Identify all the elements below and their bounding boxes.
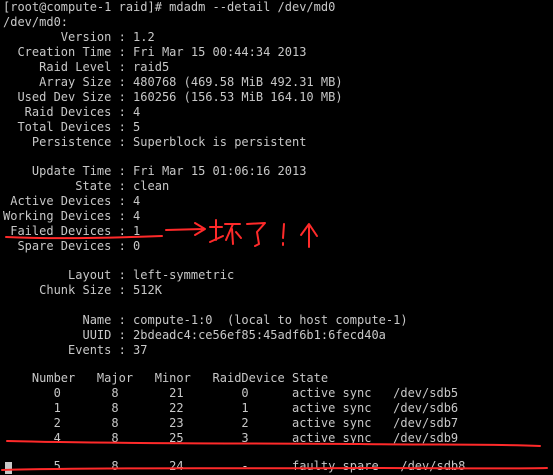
terminal-cursor: [5, 462, 12, 474]
terminal-line-layout: Layout : left-symmetric: [3, 268, 235, 282]
handwritten-exclamation: [282, 223, 285, 246]
terminal-line-uuid: UUID : 2bdeadc4:ce56ef85:45adf6b1:6fecd4…: [3, 328, 386, 342]
terminal-line-array-size: Array Size : 480768 (469.58 MiB 492.31 M…: [3, 75, 343, 89]
terminal-line-raid-devices: Raid Devices : 4: [3, 105, 141, 119]
terminal-line-raid-level: Raid Level : raid5: [3, 60, 170, 74]
terminal-line-device: /dev/md0:: [3, 15, 69, 29]
terminal-line-device-row: 0 8 21 0 active sync /dev/sdb5: [3, 386, 459, 400]
terminal-line-device-row: 1 8 22 1 active sync /dev/sdb6: [3, 401, 459, 415]
terminal-line-state: State : clean: [3, 179, 170, 193]
terminal-line-name: Name : compute-1:0 (local to host comput…: [3, 313, 408, 327]
annotation-up-arrow: [300, 223, 318, 248]
handwritten-glyph-huai: [209, 219, 242, 245]
terminal-line-total-devices: Total Devices : 5: [3, 120, 141, 134]
terminal-line-table-header: Number Major Minor RaidDevice State: [3, 371, 329, 385]
terminal-line-update-time: Update Time : Fri Mar 15 01:06:16 2013: [3, 164, 307, 178]
annotation-arrow: [165, 222, 206, 236]
terminal-line-events: Events : 37: [3, 343, 148, 357]
handwritten-glyph-le: [246, 222, 266, 247]
terminal-line-prompt: [root@compute-1 raid]# mdadm --detail /d…: [3, 0, 336, 14]
terminal-line-active-devices: Active Devices : 4: [3, 194, 141, 208]
terminal-line-spare-devices: Spare Devices : 0: [3, 239, 141, 253]
terminal-line-working-devices: Working Devices : 4: [3, 209, 141, 223]
terminal-line-device-row: 4 8 25 3 active sync /dev/sdb9: [3, 431, 459, 445]
terminal-line-device-row: 2 8 23 2 active sync /dev/sdb7: [3, 416, 459, 430]
terminal-window[interactable]: [root@compute-1 raid]# mdadm --detail /d…: [0, 0, 553, 475]
terminal-line-failed-devices: Failed Devices : 1: [3, 224, 141, 238]
terminal-line-persistence: Persistence : Superblock is persistent: [3, 135, 307, 149]
terminal-line-creation-time: Creation Time : Fri Mar 15 00:44:34 2013: [3, 45, 307, 59]
terminal-line-version: Version : 1.2: [3, 30, 155, 44]
terminal-line-chunk-size: Chunk Size : 512K: [3, 283, 162, 297]
terminal-line-used-dev-size: Used Dev Size : 160256 (156.53 MiB 164.1…: [3, 90, 343, 104]
terminal-line-faulty-device-row: 5 8 24 - faulty spare /dev/sdb8: [3, 459, 466, 473]
